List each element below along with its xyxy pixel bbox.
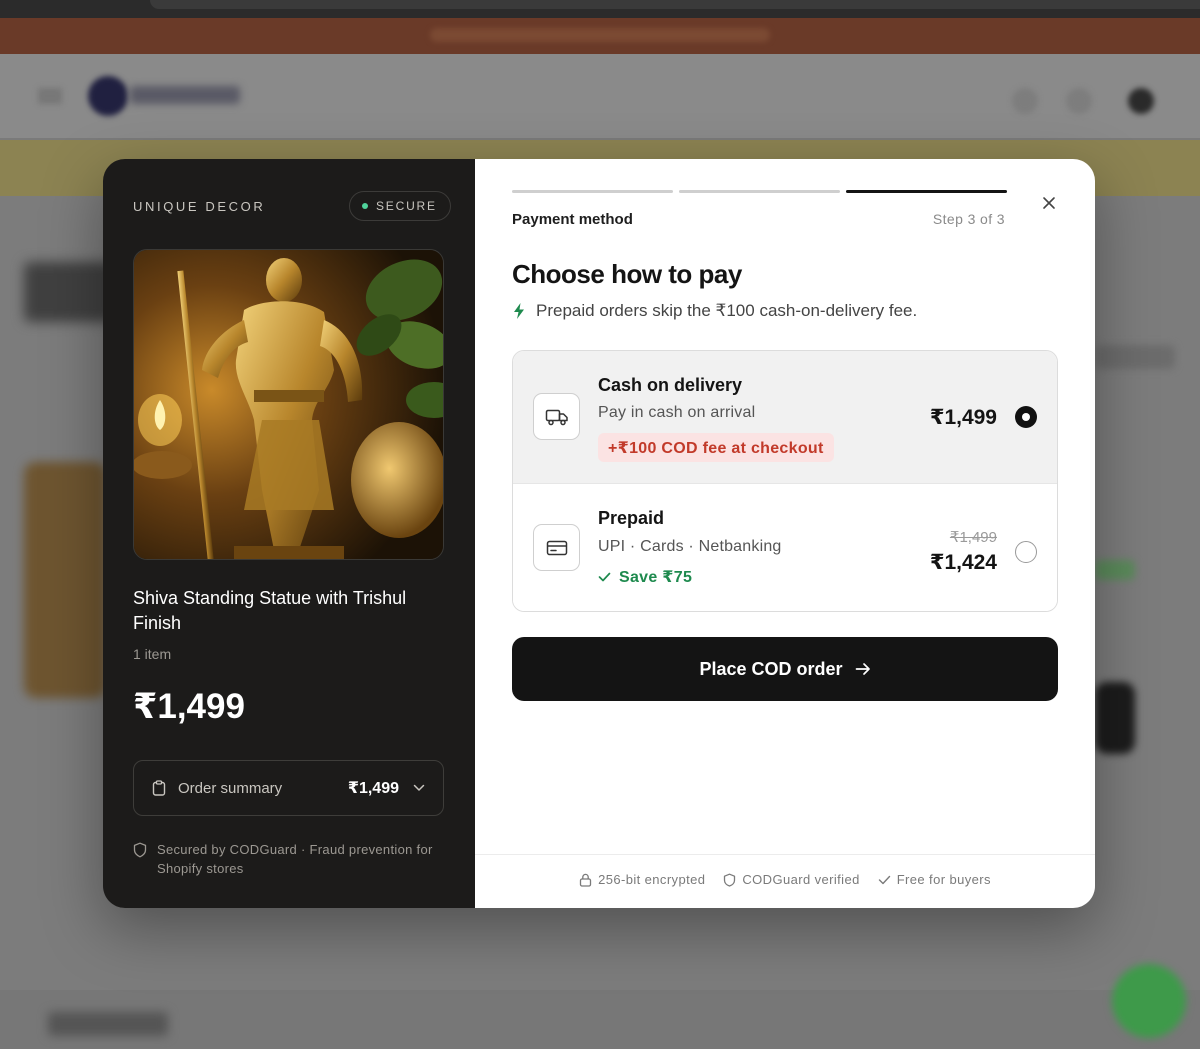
trust-verified: CODGuard verified — [723, 872, 859, 887]
cod-fee-badge: +₹100 COD fee at checkout — [598, 433, 834, 462]
trust-verified-label: CODGuard verified — [742, 872, 860, 887]
account-icon — [1066, 88, 1092, 114]
truck-icon — [545, 409, 568, 425]
progress-step-2 — [679, 190, 840, 193]
order-summary-label: Order summary — [178, 779, 283, 797]
payment-options: Cash on delivery Pay in cash on arrival … — [512, 350, 1058, 612]
prepaid-promo: Prepaid orders skip the ₹100 cash-on-del… — [512, 301, 917, 321]
prepaid-original-price: ₹1,499 — [949, 529, 997, 546]
page-title: Choose how to pay — [512, 259, 742, 289]
menu-icon — [38, 88, 62, 104]
shield-icon — [133, 842, 147, 858]
clipboard-icon — [152, 780, 166, 796]
trust-free: Free for buyers — [878, 872, 991, 887]
close-button[interactable] — [1038, 192, 1060, 214]
trust-encrypted: 256-bit encrypted — [579, 872, 705, 887]
prepaid-subtitle: UPI · Cards · Netbanking — [598, 538, 782, 555]
step-progress — [512, 190, 1007, 193]
place-order-button[interactable]: Place COD order — [512, 637, 1058, 701]
prepaid-saving: Save ₹75 — [598, 567, 692, 587]
trust-free-label: Free for buyers — [896, 872, 991, 887]
product-name: Shiva Standing Statue with Trishul Finis… — [133, 588, 407, 633]
arrow-right-icon — [855, 663, 870, 675]
cod-radio-selected[interactable] — [1015, 406, 1037, 428]
order-summary-toggle[interactable]: Order summary ₹1,499 — [133, 760, 444, 816]
store-brand: UNIQUE DECOR — [133, 199, 266, 214]
statue-image — [134, 250, 443, 559]
cod-subtitle: Pay in cash on arrival — [598, 404, 756, 421]
secured-by-note: Secured by CODGuard · Fraud prevention f… — [133, 840, 443, 878]
cod-title: Cash on delivery — [598, 375, 743, 395]
checkout-modal: UNIQUE DECOR SECURE Shiva Standing Statu… — [103, 159, 1095, 908]
divider — [475, 854, 1095, 855]
credit-card-icon — [546, 540, 567, 555]
place-order-label: Place COD order — [699, 658, 843, 679]
card-icon-box — [533, 524, 580, 571]
shield-icon — [724, 873, 736, 887]
cod-price: ₹1,499 — [929, 406, 997, 429]
trust-encrypted-label: 256-bit encrypted — [598, 872, 706, 887]
status-dot-icon — [362, 203, 368, 209]
payment-panel: Payment method Step 3 of 3 Choose how to… — [475, 159, 1095, 908]
store-logo — [88, 76, 128, 116]
chevron-down-icon — [413, 784, 425, 791]
order-recap-panel: UNIQUE DECOR SECURE Shiva Standing Statu… — [103, 159, 475, 908]
prepaid-promo-text: Prepaid orders skip the ₹100 cash-on-del… — [536, 301, 918, 320]
order-total: ₹1,499 — [133, 687, 245, 726]
lock-icon — [579, 873, 592, 887]
trust-badges: 256-bit encrypted CODGuard verified Free… — [475, 872, 1095, 887]
payment-option-prepaid[interactable]: Prepaid UPI · Cards · Netbanking Save ₹7… — [513, 484, 1057, 611]
step-title: Payment method — [512, 211, 633, 228]
close-icon — [1043, 197, 1055, 209]
browser-bar — [0, 0, 1200, 18]
progress-step-3 — [846, 190, 1007, 193]
prepaid-saving-text: Save ₹75 — [619, 569, 693, 586]
secured-by-text: Secured by CODGuard · Fraud prevention f… — [157, 842, 433, 876]
prepaid-price: ₹1,424 — [929, 551, 997, 574]
checkmark-icon — [878, 875, 890, 884]
secure-badge-label: SECURE — [376, 199, 437, 213]
lightning-icon — [514, 303, 524, 319]
chat-button — [1112, 964, 1186, 1038]
cart-icon — [1128, 88, 1154, 114]
truck-icon-box — [533, 393, 580, 440]
item-count: 1 item — [133, 646, 172, 662]
progress-step-1 — [512, 190, 673, 193]
order-summary-price: ₹1,499 — [347, 780, 399, 797]
secure-badge: SECURE — [349, 191, 451, 221]
product-image — [133, 249, 444, 560]
prepaid-title: Prepaid — [598, 508, 665, 528]
checkmark-icon — [598, 572, 611, 582]
announcement-bar — [0, 18, 1200, 54]
payment-option-cod[interactable]: Cash on delivery Pay in cash on arrival … — [513, 351, 1057, 484]
step-counter: Step 3 of 3 — [932, 211, 1005, 227]
search-icon — [1012, 88, 1038, 114]
prepaid-radio[interactable] — [1015, 541, 1037, 563]
